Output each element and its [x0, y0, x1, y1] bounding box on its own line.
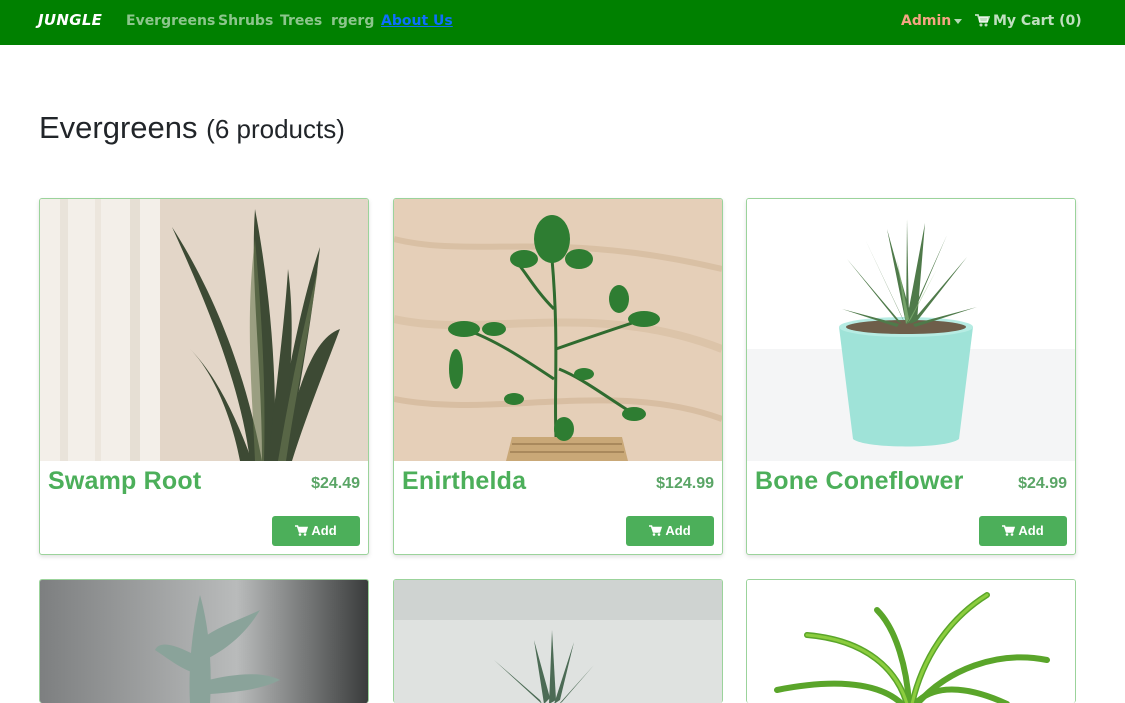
product-card: [393, 579, 723, 703]
nav-link-about-us[interactable]: About Us: [381, 13, 453, 29]
nav-link-trees[interactable]: Trees: [280, 13, 322, 29]
page-title: Evergreens (6 products): [39, 110, 345, 146]
product-name[interactable]: Bone Coneflower: [755, 467, 964, 496]
product-price: $124.99: [656, 475, 714, 492]
product-price: $24.49: [311, 475, 360, 492]
product-name[interactable]: Enirthelda: [402, 467, 526, 496]
top-navbar: JUNGLE Evergreens Shrubs Trees rgerg Abo…: [0, 0, 1125, 45]
shopping-cart-icon: [1002, 525, 1016, 536]
product-image[interactable]: [747, 199, 1075, 461]
product-card: [746, 579, 1076, 703]
admin-dropdown[interactable]: Admin: [901, 13, 951, 29]
cart-label: My Cart (0): [993, 13, 1082, 29]
nav-link-evergreens[interactable]: Evergreens: [126, 13, 215, 29]
product-image[interactable]: [747, 580, 1075, 703]
brand-logo[interactable]: JUNGLE: [38, 11, 102, 29]
product-image[interactable]: [40, 580, 368, 703]
nav-link-shrubs[interactable]: Shrubs: [218, 13, 273, 29]
add-label: Add: [1018, 523, 1044, 538]
product-card: [39, 579, 369, 703]
product-count: (6 products): [206, 114, 345, 144]
shopping-cart-icon: [295, 525, 309, 536]
product-name[interactable]: Swamp Root: [48, 467, 201, 496]
add-label: Add: [665, 523, 691, 538]
category-title: Evergreens: [39, 110, 198, 145]
add-to-cart-button[interactable]: Add: [979, 516, 1067, 546]
shopping-cart-icon: [649, 525, 663, 536]
product-price: $24.99: [1018, 475, 1067, 492]
shopping-cart-icon: [975, 14, 991, 31]
product-image[interactable]: [394, 580, 722, 703]
my-cart-link[interactable]: My Cart (0): [975, 13, 1082, 31]
product-card: Bone Coneflower $24.99 Add: [746, 198, 1076, 555]
add-to-cart-button[interactable]: Add: [272, 516, 360, 546]
product-image[interactable]: [394, 199, 722, 461]
nav-link-rgerg[interactable]: rgerg: [331, 13, 374, 29]
add-to-cart-button[interactable]: Add: [626, 516, 714, 546]
product-card: Enirthelda $124.99 Add: [393, 198, 723, 555]
add-label: Add: [311, 523, 337, 538]
product-card: Swamp Root $24.49 Add: [39, 198, 369, 555]
chevron-down-icon[interactable]: [954, 19, 962, 24]
product-image[interactable]: [40, 199, 368, 461]
